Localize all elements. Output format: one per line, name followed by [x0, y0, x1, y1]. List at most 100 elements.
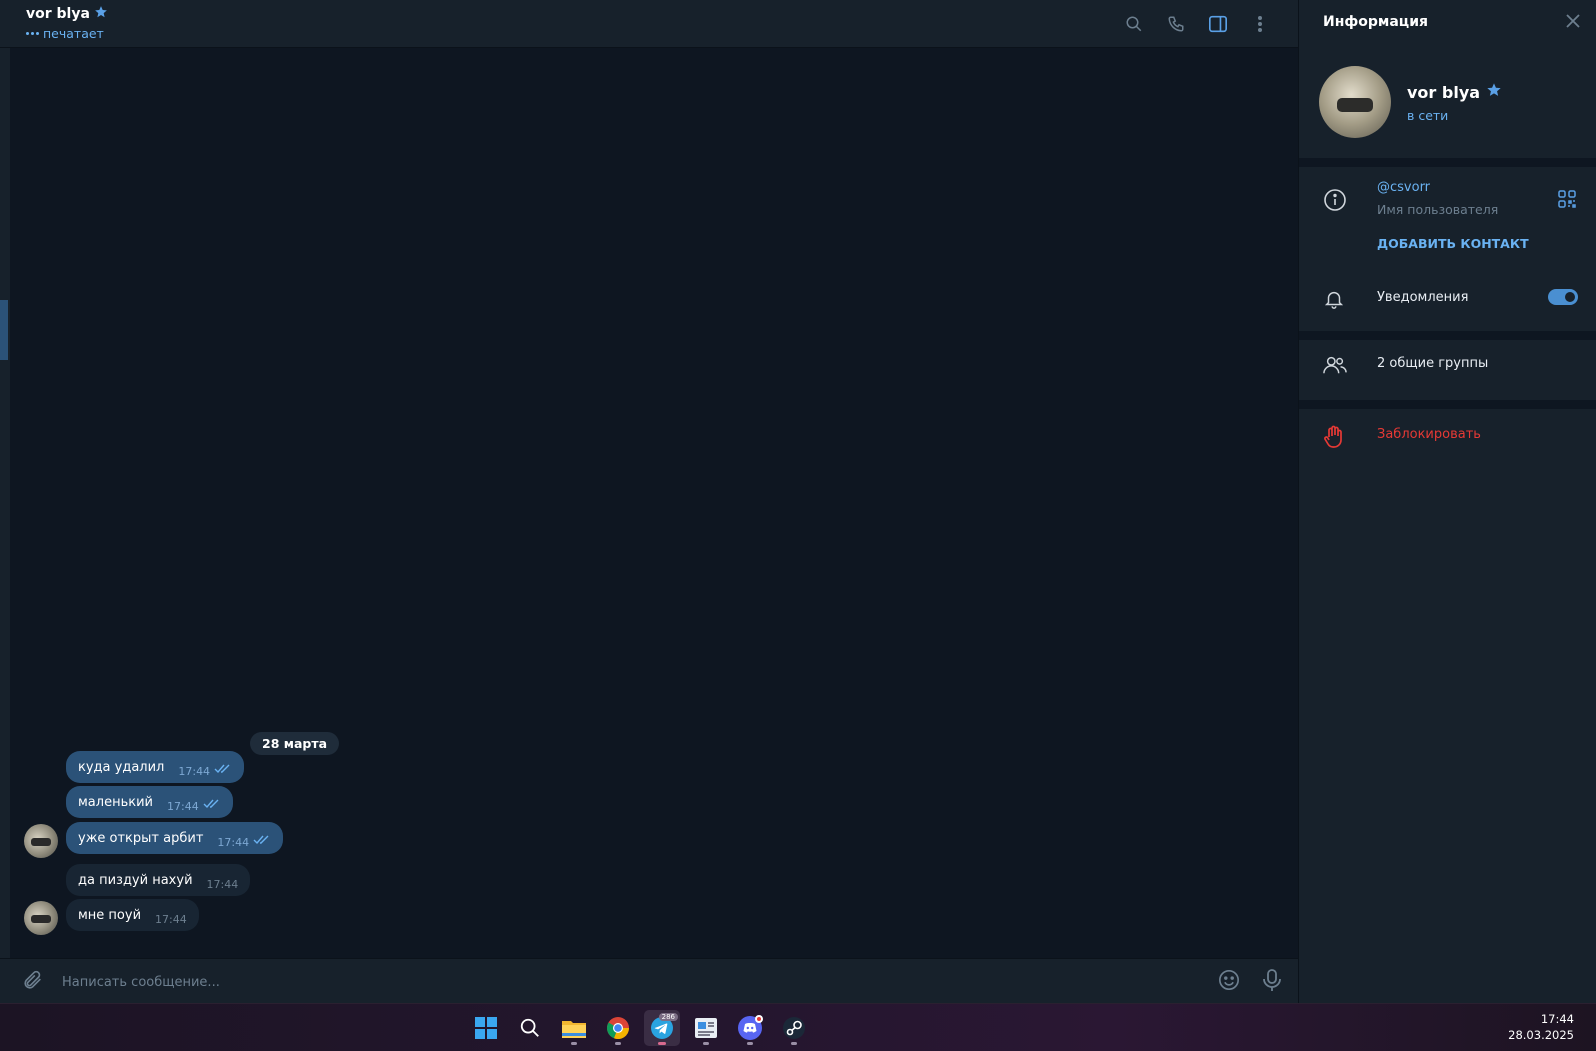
file-explorer-icon [562, 1021, 586, 1038]
search-icon [1126, 16, 1142, 32]
search-button[interactable] [1120, 12, 1148, 36]
message-time: 17:44 [217, 836, 250, 849]
username-link[interactable]: @csvorr [1377, 180, 1430, 195]
section-divider [1299, 158, 1596, 167]
sidebar-toggle-icon [1209, 15, 1227, 33]
search-icon [520, 1018, 539, 1037]
qr-code-button[interactable] [1558, 190, 1576, 212]
call-button[interactable] [1162, 12, 1190, 36]
steam-icon [783, 1017, 805, 1039]
running-indicator [703, 1042, 709, 1045]
typing-status-text: печатает [43, 26, 104, 41]
block-user-button[interactable]: Заблокировать [1377, 427, 1481, 442]
notifications-toggle[interactable] [1548, 289, 1578, 305]
users-icon [1323, 354, 1347, 380]
message-input[interactable] [60, 969, 1164, 995]
taskbar-news[interactable] [688, 1010, 724, 1046]
notification-dot [755, 1015, 763, 1023]
section-divider [1299, 331, 1596, 340]
message-text: куда удалил [78, 760, 165, 775]
sender-avatar[interactable] [24, 824, 58, 858]
message-bubble[interactable]: маленький 17:44 [66, 786, 233, 818]
profile-name: vor blya [1407, 82, 1502, 102]
message-bubble[interactable]: мне поуй 17:44 [66, 899, 199, 931]
running-indicator [747, 1042, 753, 1045]
microphone-icon [1263, 969, 1281, 991]
running-indicator [658, 1042, 666, 1045]
taskbar-apps: 286 [468, 1010, 812, 1046]
taskbar-chrome[interactable] [600, 1010, 636, 1046]
message-bubble[interactable]: куда удалил 17:44 [66, 751, 245, 783]
typing-dots-icon [26, 32, 39, 35]
message-composer [0, 958, 1298, 1003]
section-divider [1299, 400, 1596, 409]
left-sidebar-strip [0, 48, 10, 958]
taskbar-discord[interactable] [732, 1010, 768, 1046]
attach-button[interactable] [22, 969, 44, 995]
system-clock[interactable]: 17:44 28.03.2025 [1508, 1011, 1574, 1043]
add-contact-button[interactable]: ДОБАВИТЬ КОНТАКТ [1377, 236, 1529, 251]
double-check-icon [214, 763, 232, 778]
taskbar-telegram[interactable]: 286 [644, 1010, 680, 1046]
emoji-button[interactable] [1218, 969, 1240, 995]
message-text: уже открыт арбит [78, 831, 204, 846]
unread-badge: 286 [658, 1013, 678, 1021]
clock-date: 28.03.2025 [1508, 1028, 1574, 1042]
windows-taskbar: 286 17:44 28.03.2025 [0, 1003, 1596, 1051]
message-text: маленький [78, 795, 153, 810]
taskbar-search[interactable] [512, 1010, 548, 1046]
typing-status: печатает [26, 26, 104, 41]
info-panel: Информация vor blya в сети @csvorr Имя п… [1298, 0, 1596, 1003]
message-text: мне поуй [78, 908, 142, 923]
profile-name-text: vor blya [1407, 82, 1481, 102]
close-info-button[interactable] [1564, 12, 1582, 34]
hand-stop-icon [1323, 425, 1345, 453]
message-list[interactable]: 28 марта куда удалил 17:44 маленький 17:… [10, 48, 1298, 958]
message-time: 17:44 [178, 765, 211, 778]
common-groups-item[interactable]: 2 общие группы [1377, 356, 1488, 371]
header-actions [1120, 12, 1274, 36]
profile-avatar[interactable] [1319, 66, 1391, 138]
chat-header: vor blya печатает [0, 0, 1298, 48]
notifications-label: Уведомления [1377, 290, 1469, 305]
start-icon [475, 1017, 497, 1039]
chat-title[interactable]: vor blya [26, 5, 108, 23]
taskbar-file-explorer[interactable] [556, 1010, 592, 1046]
message-time: 17:44 [167, 800, 199, 813]
date-separator: 28 марта [250, 732, 340, 755]
premium-star-icon [1486, 82, 1502, 102]
info-panel-title: Информация [1323, 14, 1428, 30]
news-icon [695, 1018, 717, 1038]
taskbar-start[interactable] [468, 1010, 504, 1046]
message-text: да пиздуй нахуй [78, 873, 193, 888]
phone-icon [1168, 16, 1184, 32]
username-label: Имя пользователя [1377, 202, 1499, 217]
double-check-icon [203, 798, 221, 813]
running-indicator [571, 1042, 577, 1045]
running-indicator [615, 1042, 621, 1045]
paperclip-icon [24, 970, 41, 989]
sender-avatar[interactable] [24, 901, 58, 935]
message-time: 17:44 [155, 913, 187, 926]
scroll-indicator[interactable] [0, 300, 8, 360]
clock-time: 17:44 [1540, 1012, 1574, 1026]
online-status: в сети [1407, 108, 1449, 123]
info-icon [1323, 188, 1347, 216]
smiley-icon [1219, 970, 1239, 990]
message-bubble[interactable]: уже открыт арбит 17:44 [66, 822, 284, 854]
close-icon [1566, 14, 1580, 28]
double-check-icon [253, 834, 271, 849]
message-time: 17:44 [206, 878, 239, 891]
chrome-icon [606, 1017, 630, 1040]
more-menu-button[interactable] [1246, 12, 1274, 36]
voice-record-button[interactable] [1262, 968, 1282, 996]
bell-icon [1323, 288, 1345, 314]
taskbar-steam[interactable] [776, 1010, 812, 1046]
chat-title-text: vor blya [26, 6, 90, 22]
more-vertical-icon [1258, 16, 1262, 32]
toggle-info-panel-button[interactable] [1204, 12, 1232, 36]
running-indicator [791, 1042, 797, 1045]
premium-star-icon [94, 5, 108, 23]
qr-code-icon [1558, 190, 1576, 208]
message-bubble[interactable]: да пиздуй нахуй 17:44 [66, 864, 251, 896]
